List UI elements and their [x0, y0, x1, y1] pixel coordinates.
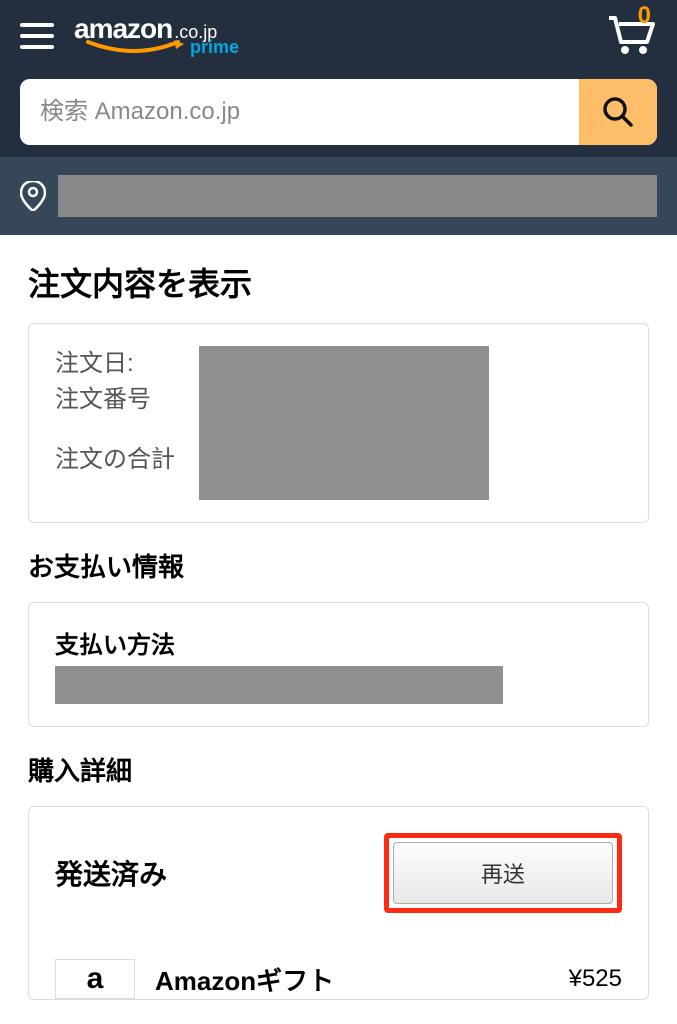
search-bar	[20, 79, 657, 145]
purchase-section-title: 購入詳細	[28, 751, 649, 788]
resend-button[interactable]: 再送	[393, 842, 613, 904]
location-bar[interactable]	[0, 157, 677, 235]
payment-card: 支払い方法	[28, 602, 649, 727]
shipped-label: 発送済み	[55, 853, 167, 893]
order-values-redacted	[199, 346, 489, 500]
logo[interactable]: amazon .co.jp prime	[74, 13, 239, 58]
payment-method-label: 支払い方法	[55, 625, 622, 660]
prime-text: prime	[190, 37, 239, 58]
hamburger-icon	[20, 23, 54, 27]
search-bar-container	[0, 71, 677, 157]
header: amazon .co.jp prime 0	[0, 0, 677, 71]
order-labels: 注文日: 注文番号 注文の合計	[55, 346, 175, 478]
payment-method-redacted	[55, 666, 503, 704]
product-name[interactable]: Amazonギフト	[155, 961, 549, 998]
product-thumbnail[interactable]: a	[55, 959, 135, 999]
search-input[interactable]	[20, 79, 579, 145]
purchase-card: 発送済み 再送 a Amazonギフト ¥525	[28, 806, 649, 1000]
content: 注文内容を表示 注文日: 注文番号 注文の合計 お支払い情報 支払い方法 購入詳…	[0, 235, 677, 1024]
product-row: a Amazonギフト ¥525	[55, 943, 622, 999]
location-redacted	[58, 175, 657, 217]
search-icon	[601, 95, 635, 129]
product-price: ¥525	[569, 965, 622, 993]
amazon-smile-icon	[84, 40, 184, 58]
order-number-label: 注文番号	[55, 382, 175, 418]
cart-button[interactable]: 0	[605, 10, 657, 61]
order-info-card: 注文日: 注文番号 注文の合計	[28, 323, 649, 523]
payment-section-title: お支払い情報	[28, 547, 649, 584]
resend-highlight: 再送	[384, 833, 622, 913]
order-date-label: 注文日:	[55, 346, 175, 382]
menu-button[interactable]	[20, 23, 54, 49]
order-total-label: 注文の合計	[55, 442, 175, 478]
search-button[interactable]	[579, 79, 657, 145]
location-icon	[20, 181, 46, 211]
page-title: 注文内容を表示	[28, 259, 649, 305]
cart-count: 0	[638, 2, 651, 30]
header-left: amazon .co.jp prime	[20, 13, 239, 58]
